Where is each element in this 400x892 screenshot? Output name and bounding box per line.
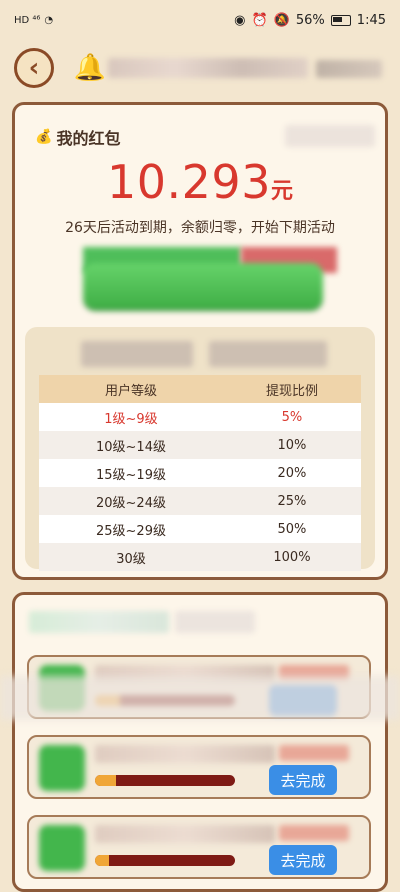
- task-progress-bar: [95, 775, 235, 786]
- balance-unit: 元: [270, 179, 293, 204]
- header-level: 用户等级: [39, 375, 223, 403]
- mute-icon: 🔕: [273, 12, 290, 28]
- network-label: HD ⁴⁶: [14, 14, 41, 26]
- eye-icon: ◉: [234, 12, 246, 28]
- level-cell: 15级~19级: [39, 459, 223, 487]
- header: ‹ 🔔: [0, 44, 400, 92]
- task-complete-button[interactable]: 去完成: [269, 765, 337, 795]
- task-name-obscured: [95, 745, 275, 763]
- alarm-icon: ⏰: [251, 12, 268, 28]
- wallet-title-text: 我的红包: [56, 129, 121, 148]
- task-reward-obscured: [279, 825, 349, 841]
- header-title-obscured: [108, 58, 308, 78]
- battery-icon: [330, 14, 351, 26]
- header-right-obscured: [316, 60, 382, 78]
- task-progress-fill: [95, 855, 109, 866]
- level-cell: 10级~14级: [39, 431, 223, 459]
- clock: 1:45: [356, 12, 386, 28]
- table-row: 20级~24级 25%: [39, 487, 361, 515]
- chevron-left-icon: ‹: [28, 53, 40, 83]
- task-reward-obscured: [279, 745, 349, 761]
- table-row: 30级 100%: [39, 543, 361, 571]
- ratio-cell: 20%: [222, 459, 361, 487]
- tasks-card: 去完成 去完成: [12, 592, 388, 892]
- moneybag-icon: 💰: [35, 129, 53, 145]
- table-header-row: 用户等级 提现比例: [39, 375, 361, 403]
- task-progress-fill: [95, 775, 116, 786]
- wallet-card: 💰 我的红包 10.293元 26天后活动到期，余额归零，开始下期活动 用户等级…: [12, 102, 388, 580]
- task-name-obscured: [95, 825, 275, 843]
- header-ratio: 提现比例: [222, 375, 361, 403]
- battery-percent: 56%: [295, 12, 325, 28]
- task-item: 去完成: [27, 735, 371, 799]
- withdraw-area: [83, 247, 337, 309]
- tasks-subtitle-obscured: [175, 611, 255, 633]
- expiry-note: 26天后活动到期，余额归零，开始下期活动: [65, 220, 335, 236]
- wifi-icon: ◔: [44, 14, 54, 26]
- task-progress-bar: [95, 855, 235, 866]
- wallet-title: 💰 我的红包: [35, 125, 120, 149]
- level-cell: 30级: [39, 543, 223, 571]
- task-item: 去完成: [27, 815, 371, 879]
- tasks-title-obscured: [29, 611, 169, 633]
- ratio-cell: 100%: [222, 543, 361, 571]
- withdraw-button[interactable]: [83, 263, 323, 309]
- balance: 10.293元: [15, 155, 385, 209]
- ratio-panel: 用户等级 提现比例 1级~9级 5% 10级~14级 10% 15级~19级 2…: [25, 327, 375, 571]
- table-row: 15级~19级 20%: [39, 459, 361, 487]
- level-cell: 25级~29级: [39, 515, 223, 543]
- wallet-topright-obscured: [285, 125, 375, 147]
- privacy-blur-band: [0, 676, 400, 720]
- ratio-cell: 25%: [222, 487, 361, 515]
- ratio-cell: 50%: [222, 515, 361, 543]
- ratio-cell: 10%: [222, 431, 361, 459]
- level-cell: 20级~24级: [39, 487, 223, 515]
- task-app-icon: [39, 745, 85, 791]
- table-row: 25级~29级 50%: [39, 515, 361, 543]
- ratio-table: 用户等级 提现比例 1级~9级 5% 10级~14级 10% 15级~19级 2…: [39, 375, 361, 571]
- level-cell: 1级~9级: [39, 403, 223, 431]
- task-complete-button[interactable]: 去完成: [269, 845, 337, 875]
- status-right: ◉ ⏰ 🔕 56% 1:45: [234, 13, 386, 28]
- bell-icon: 🔔: [73, 53, 107, 83]
- ratio-cell: 5%: [222, 403, 361, 431]
- table-row: 10级~14级 10%: [39, 431, 361, 459]
- ratio-header-obscured-right: [209, 341, 327, 367]
- task-app-icon: [39, 825, 85, 871]
- status-bar: HD ⁴⁶ ◔ ◉ ⏰ 🔕 56% 1:45: [0, 0, 400, 40]
- balance-amount: 10.293: [107, 155, 271, 209]
- ratio-header-obscured-left: [81, 341, 193, 367]
- signal-indicators: HD ⁴⁶ ◔: [14, 15, 53, 26]
- back-button[interactable]: ‹: [14, 48, 54, 88]
- table-row: 1级~9级 5%: [39, 403, 361, 431]
